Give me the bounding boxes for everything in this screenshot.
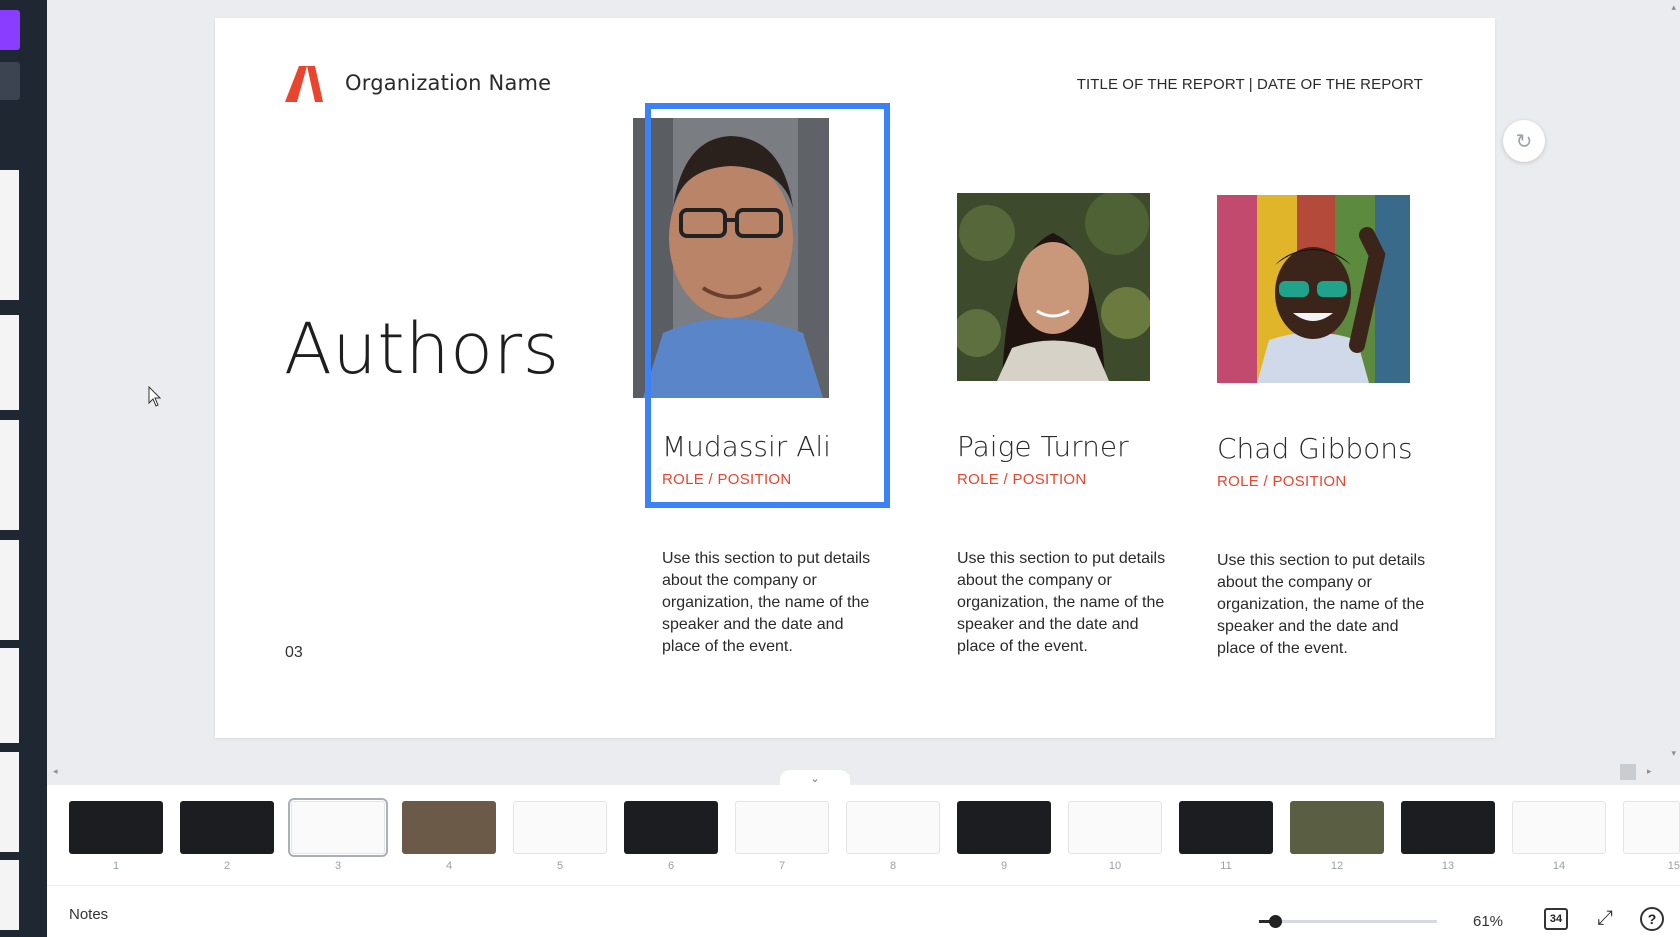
editor-canvas[interactable]: Organization Name TITLE OF THE REPORT | … [47,0,1680,785]
presentation-editor: ‹ Organization Name TITLE OF THE REPORT … [0,0,1680,937]
page-count-button[interactable]: 34 [1544,908,1568,930]
slide-thumbnail[interactable] [1068,801,1162,854]
author-name[interactable]: Chad Gibbons [1217,432,1413,465]
scrollbar-thumb[interactable] [1620,764,1636,780]
zoom-slider[interactable] [1259,915,1437,928]
help-button[interactable]: ? [1640,907,1664,931]
slide-heading[interactable]: Authors [284,308,560,390]
slide-filmstrip: 1 2 3 4 5 6 7 8 9 10 11 12 13 14 15 [47,785,1680,885]
slide-thumbnail[interactable] [846,801,940,854]
notes-button[interactable]: Notes [69,906,108,923]
author-description[interactable]: Use this section to put details about th… [957,548,1172,658]
slide-thumbnail[interactable] [1623,801,1680,854]
zoom-slider-handle[interactable] [1269,915,1283,928]
sidebar-active-tab[interactable] [0,10,20,50]
slide-number: 12 [1330,860,1344,872]
slide-number: 7 [778,860,786,872]
slide-number: 2 [223,860,231,872]
scroll-right-icon[interactable]: ▸ [1647,766,1652,777]
slide-thumbnail[interactable] [402,801,496,854]
slide-number: 15 [1667,860,1680,872]
slide-thumbnail[interactable] [624,801,718,854]
slide-number: 3 [334,860,342,872]
chevron-down-icon: ⌄ [810,773,820,785]
selection-outline[interactable] [645,103,890,508]
slide-number: 6 [667,860,675,872]
scroll-left-icon[interactable]: ◂ [53,766,58,777]
sidebar-thumbnail[interactable] [0,420,19,530]
author-role[interactable]: ROLE / POSITION [1217,473,1347,490]
sidebar-thumbnail[interactable] [0,648,19,743]
sidebar-thumbnail[interactable] [0,170,19,300]
organization-logo [285,66,323,102]
slide-thumbnail[interactable] [957,801,1051,854]
slide-thumbnail[interactable] [1401,801,1495,854]
slide-thumbnail[interactable] [180,801,274,854]
author-role[interactable]: ROLE / POSITION [957,471,1087,488]
scroll-up-icon[interactable]: ▴ [1671,2,1676,13]
slide-number: 1 [112,860,120,872]
slide-thumbnail[interactable] [69,801,163,854]
author-photo[interactable] [1217,195,1410,383]
report-title[interactable]: TITLE OF THE REPORT | DATE OF THE REPORT [1077,76,1423,93]
slide-thumbnail[interactable] [1512,801,1606,854]
filmstrip-toggle-button[interactable]: ⌄ [780,770,850,786]
left-sidebar [0,0,47,937]
rotate-button[interactable]: ↻ [1503,120,1545,162]
slide-thumbnail[interactable] [513,801,607,854]
slide-number: 14 [1552,860,1566,872]
slide-thumbnail[interactable] [1179,801,1273,854]
author-name[interactable]: Paige Turner [957,430,1129,463]
slide-thumbnail[interactable] [288,798,388,857]
slide-number: 4 [445,860,453,872]
zoom-level[interactable]: 61% [1473,913,1503,930]
slide-number: 9 [1000,860,1008,872]
scroll-down-icon[interactable]: ▾ [1671,748,1676,759]
mouse-cursor-icon [148,386,162,407]
slide-number: 11 [1220,860,1232,872]
slide-thumbnail[interactable] [735,801,829,854]
sidebar-thumbnail[interactable] [0,860,19,930]
slide-number: 8 [889,860,897,872]
author-photo[interactable] [957,193,1150,381]
slide-number: 10 [1108,860,1122,872]
sidebar-thumbnail[interactable] [0,752,19,852]
organization-name[interactable]: Organization Name [345,71,551,95]
horizontal-scrollbar[interactable]: ◂ ▸ [47,766,1680,782]
sidebar-tab[interactable] [0,62,20,100]
fullscreen-icon[interactable]: ⤢ [1597,907,1613,930]
sidebar-thumbnail[interactable] [0,315,19,410]
author-description[interactable]: Use this section to put details about th… [1217,550,1432,660]
slide-number: 13 [1441,860,1455,872]
slide[interactable]: Organization Name TITLE OF THE REPORT | … [215,18,1495,738]
page-number[interactable]: 03 [285,644,303,662]
slide-number: 5 [556,860,564,872]
slide-thumbnail[interactable] [1290,801,1384,854]
rotate-icon: ↻ [1515,130,1533,153]
bottom-toolbar: Notes 61% 34 ⤢ ? [47,885,1680,937]
sidebar-thumbnail[interactable] [0,540,19,640]
author-description[interactable]: Use this section to put details about th… [662,548,877,658]
